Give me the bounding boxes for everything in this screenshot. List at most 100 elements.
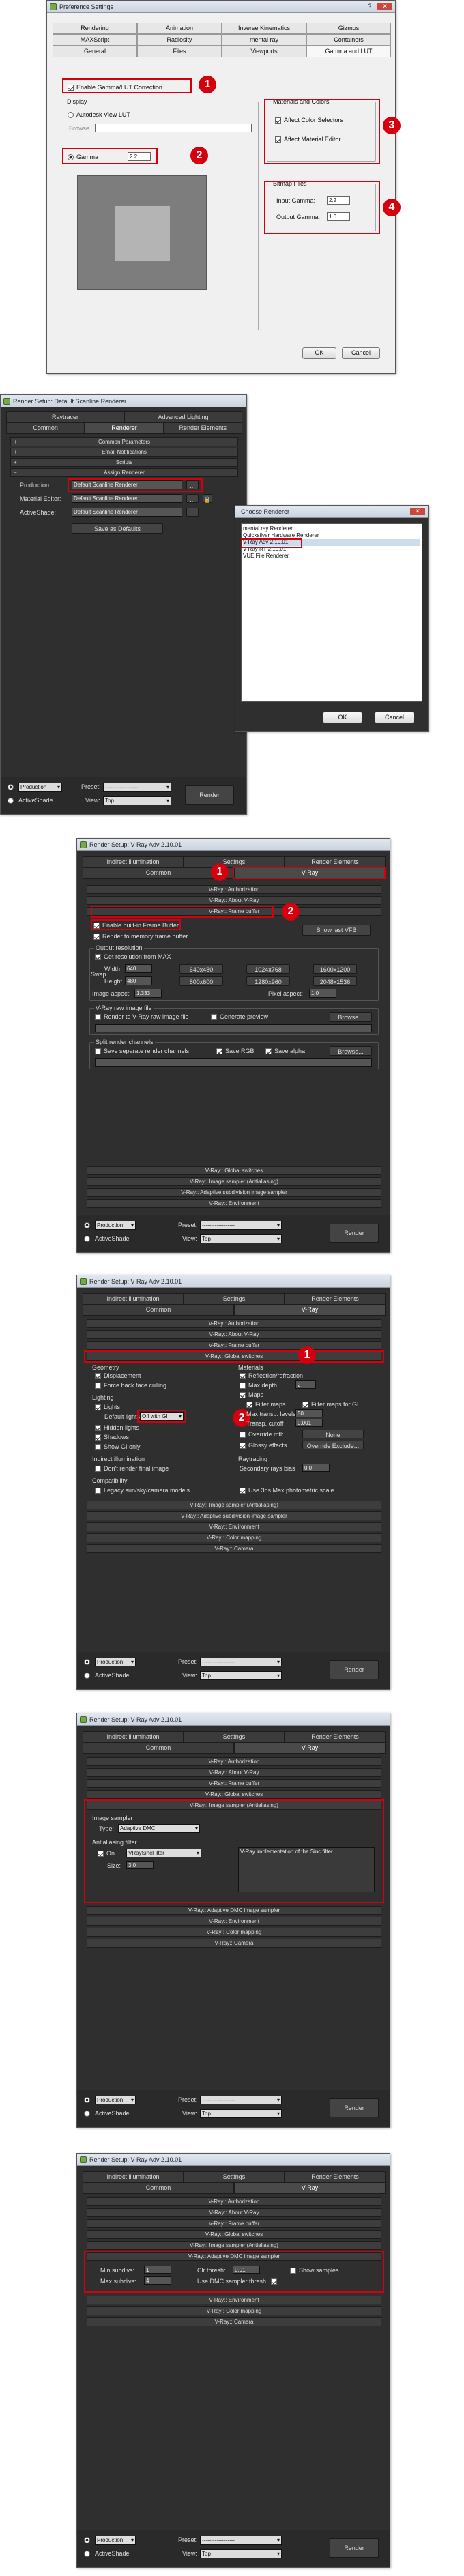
rollout-camera[interactable]: V-Ray:: Camera [87, 1544, 381, 1553]
tab-ik[interactable]: Inverse Kinematics [222, 23, 306, 33]
rollout-about[interactable]: V-Ray:: About V-Ray [87, 1768, 381, 1777]
help-button[interactable]: ? [365, 3, 375, 10]
memory-fb-checkbox[interactable]: Render to memory frame buffer [93, 933, 188, 940]
res-2048x1536[interactable]: 2048x1536 [313, 976, 357, 986]
rollout-camera[interactable]: V-Ray:: Camera [87, 2317, 381, 2326]
legacy-checkbox[interactable]: Legacy sun/sky/camera models [95, 1487, 190, 1494]
show-gi-checkbox[interactable]: Show GI only [95, 1443, 141, 1451]
activeshade-radio[interactable] [84, 1673, 90, 1679]
production-dropdown[interactable]: Production [95, 1658, 136, 1666]
view-dropdown[interactable]: Top [200, 1671, 282, 1680]
rollout-common-params[interactable]: + Common Parameters [10, 437, 238, 446]
render-button[interactable]: Render [330, 2538, 379, 2558]
save-defaults-button[interactable]: Save as Defaults [72, 523, 163, 534]
maxdepth-checkbox[interactable]: Max depth [240, 1382, 277, 1389]
production-radio[interactable] [8, 784, 14, 790]
radio[interactable] [68, 112, 74, 119]
tab-vray[interactable]: V-Ray [234, 1304, 386, 1316]
render-button[interactable]: Render [330, 1660, 379, 1679]
rollout-about[interactable]: V-Ray:: About V-Ray [87, 1330, 381, 1339]
list-item[interactable]: VUE File Renderer [243, 553, 420, 560]
rollout-frame-buffer[interactable]: V-Ray:: Frame buffer [87, 1341, 381, 1350]
rollout-adaptive-dmc[interactable]: V-Ray:: Adaptive DMC image sampler [87, 1906, 381, 1915]
tab-indirect[interactable]: Indirect illumination [83, 2171, 184, 2183]
tab-indirect[interactable]: Indirect illumination [83, 1293, 184, 1305]
render-button[interactable]: Render [185, 785, 234, 805]
production-radio[interactable] [84, 1222, 90, 1228]
displacement-checkbox[interactable]: Displacement [95, 1372, 141, 1380]
show-samples-checkbox[interactable]: Show samples [290, 2267, 339, 2274]
secondary-spinner[interactable]: 0.0 [302, 1464, 330, 1472]
rollout-authorization[interactable]: V-Ray:: Authorization [87, 1319, 381, 1328]
rollout-image-sampler[interactable]: V-Ray:: Image sampler (Antialiasing) [87, 1501, 381, 1509]
tab-renderer[interactable]: Renderer [85, 422, 164, 434]
rollout-color-mapping[interactable]: V-Ray:: Color mapping [87, 1533, 381, 1542]
rollout-about[interactable]: V-Ray:: About V-Ray [87, 896, 381, 905]
shadows-checkbox[interactable]: Shadows [95, 1434, 129, 1441]
renderer-list[interactable]: mental ray Renderer Quicksilver Hardware… [241, 523, 422, 702]
activeshade-radio[interactable] [84, 2551, 90, 2557]
tab-settings[interactable]: Settings [184, 2171, 285, 2183]
tab-settings[interactable]: Settings [184, 1293, 285, 1305]
rollout-adaptive[interactable]: V-Ray:: Adaptive subdivision image sampl… [87, 1511, 381, 1520]
tab-raytracer[interactable]: Raytracer [6, 411, 124, 423]
get-res-checkbox[interactable]: Get resolution from MAX [95, 953, 171, 961]
rollout-environment[interactable]: V-Ray:: Environment [87, 2296, 381, 2304]
split-browse-button[interactable]: Browse... [330, 1046, 372, 1056]
rollout-authorization[interactable]: V-Ray:: Authorization [87, 1757, 381, 1766]
rollout-scripts[interactable]: + Scripts [10, 458, 238, 467]
tab-gamma-lut[interactable]: Gamma and LUT [306, 46, 391, 57]
size-spinner[interactable]: 3.0 [126, 1861, 154, 1869]
res-800x600[interactable]: 800x600 [179, 976, 223, 986]
res-1024x768[interactable]: 1024x768 [246, 964, 290, 974]
view-dropdown[interactable]: Top [200, 1234, 282, 1243]
rollout-image-sampler[interactable]: V-Ray:: Image sampler (Antialiasing) [87, 1177, 381, 1186]
filter-gi-checkbox[interactable]: Filter maps for GI [302, 1401, 359, 1408]
list-item[interactable]: mental ray Renderer [243, 525, 420, 532]
save-alpha-checkbox[interactable]: Save alpha [265, 1047, 305, 1055]
tab-common[interactable]: Common [6, 422, 85, 434]
tab-common[interactable]: Common [83, 2182, 234, 2194]
split-path-field[interactable] [95, 1058, 372, 1067]
cancel-button[interactable]: Cancel [342, 347, 380, 359]
tab-adv-lighting[interactable]: Advanced Lighting [124, 411, 242, 423]
rollout-authorization[interactable]: V-Ray:: Authorization [87, 2197, 381, 2206]
tab-render-elements[interactable]: Render Elements [285, 1731, 386, 1743]
type-dropdown[interactable]: Adaptive DMC [118, 1824, 200, 1833]
preset-dropdown[interactable]: ------------------ [200, 1658, 282, 1666]
rollout-about[interactable]: V-Ray:: About V-Ray [87, 2208, 381, 2217]
rollout-global-switches[interactable]: V-Ray:: Global switches [87, 1790, 381, 1799]
production-dropdown[interactable]: Production [95, 2536, 136, 2545]
preset-dropdown[interactable]: ------------------ [200, 2536, 282, 2545]
raw-path-field[interactable] [95, 1024, 372, 1032]
tab-indirect[interactable]: Indirect illumination [83, 1731, 184, 1743]
rollout-frame-buffer[interactable]: V-Ray:: Frame buffer [87, 2219, 381, 2228]
render-button[interactable]: Render [330, 2098, 379, 2117]
close-button[interactable]: ✕ [410, 508, 425, 515]
tab-render-elements[interactable]: Render Elements [163, 422, 242, 434]
override-exclude-button[interactable]: Override Exclude... [302, 1441, 364, 1449]
view-dropdown[interactable]: Top [200, 2549, 282, 2558]
rollout-image-sampler[interactable]: V-Ray:: Image sampler (Antialiasing) [87, 2241, 381, 2250]
lock-button[interactable]: 🔒 [203, 494, 212, 503]
production-dropdown[interactable]: Production [95, 2096, 136, 2104]
tab-general[interactable]: General [53, 46, 137, 57]
render-button[interactable]: Render [330, 1224, 379, 1243]
tab-files[interactable]: Files [137, 46, 222, 57]
raw-checkbox[interactable]: Render to V-Ray raw image file [95, 1013, 189, 1021]
activeshade-radio[interactable] [8, 798, 14, 804]
production-radio[interactable] [84, 2537, 90, 2543]
override-checkbox[interactable]: Override mtl: [240, 1431, 284, 1438]
rollout-environment[interactable]: V-Ray:: Environment [87, 1917, 381, 1926]
tab-gizmos[interactable]: Gizmos [306, 23, 391, 33]
tab-indirect[interactable]: Indirect illumination [83, 856, 184, 868]
pixel-aspect-spinner[interactable]: 1.0 [309, 989, 336, 998]
transp-spinner[interactable]: 0.001 [295, 1419, 323, 1427]
save-rgb-checkbox[interactable]: Save RGB [216, 1047, 255, 1055]
rollout-camera[interactable]: V-Ray:: Camera [87, 1939, 381, 1948]
image-aspect-spinner[interactable]: 1.333 [134, 989, 162, 998]
preset-dropdown[interactable]: ------------------ [200, 2096, 282, 2104]
rollout-adaptive[interactable]: V-Ray:: Adaptive subdivision image sampl… [87, 1188, 381, 1197]
rollout-environment[interactable]: V-Ray:: Environment [87, 1199, 381, 1208]
show-last-vfb-button[interactable]: Show last VFB [302, 925, 371, 936]
